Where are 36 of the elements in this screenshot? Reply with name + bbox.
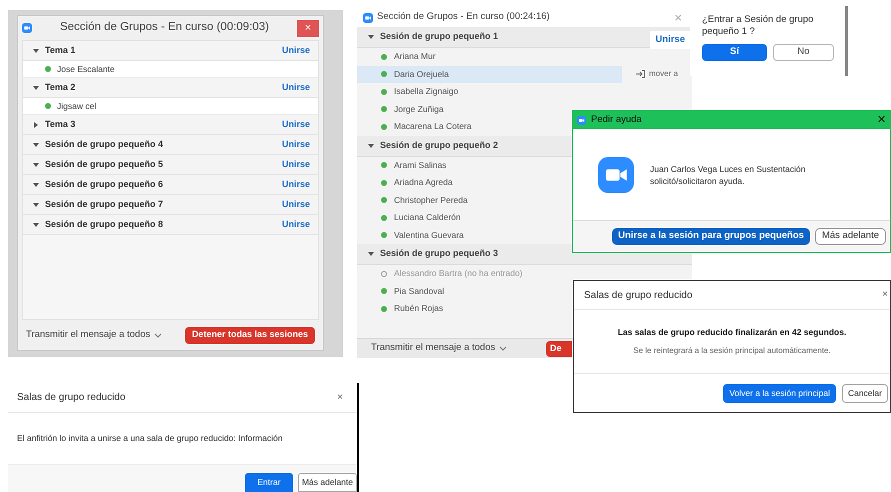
- group-name: Sesión de grupo pequeño 4: [45, 138, 164, 151]
- group-name: Sesión de grupo pequeño 3: [380, 247, 498, 260]
- participant-name: Macarena La Cotera: [394, 120, 472, 134]
- prompt-question: ¿Entrar a Sesión de grupo pequeño 1 ?: [702, 14, 814, 38]
- participant-name: Luciana Calderón: [394, 211, 461, 224]
- participant-name: Jigsaw cel: [57, 100, 96, 112]
- group-name: Sesión de grupo pequeño 2: [380, 138, 498, 152]
- help-message: Juan Carlos Vega Luces en Sustentación solicitó/solicitaron ayuda.: [650, 162, 806, 186]
- participant-name: Christopher Pereda: [394, 194, 468, 207]
- dialog-title: Salas de grupo reducido: [17, 391, 126, 405]
- group-name: Sesión de grupo pequeño 5: [45, 158, 164, 171]
- participant-name: Valentina Guevara: [394, 228, 464, 242]
- window-title: Sección de Grupos - En curso (00:09:03): [58, 20, 270, 36]
- participant-name: Daria Orejuela: [394, 68, 449, 81]
- dialog-title: Pedir ayuda: [591, 112, 643, 127]
- notice-message: Las salas de grupo reducido finalizarán en 42 segundos.: [618, 326, 846, 338]
- invitation-message: El anfitrión lo invita a unirse a una sala de grupo reducido: Información: [17, 432, 283, 445]
- participant-name: Arami Salinas: [394, 158, 446, 172]
- window-title: Sección de Grupos - En curso (00:24:16): [377, 10, 551, 24]
- participant-name: Isabella Zignaigo: [394, 85, 458, 98]
- participant-name: Jose Escalante: [57, 62, 115, 76]
- participant-name: Ariana Mur: [394, 50, 436, 64]
- participant-name: Jorge Zuñiga: [394, 102, 444, 116]
- participant-name: Rubén Rojas: [394, 302, 444, 316]
- group-name: Sesión de grupo pequeño 6: [45, 178, 164, 191]
- group-name: Sesión de grupo pequeño 7: [45, 198, 164, 211]
- group-name: Tema 1: [45, 44, 76, 57]
- participant-name: Alessandro Bartra (no ha entrado): [394, 267, 523, 280]
- participant-name: Ariadna Agreda: [394, 176, 453, 190]
- notice-detail: Se le reintegrará a la sesión principal automáticamente.: [633, 345, 831, 358]
- participant-name: Pia Sandoval: [394, 284, 444, 298]
- group-name: Sesión de grupo pequeño 1: [380, 30, 498, 44]
- group-name: Tema 2: [45, 80, 76, 94]
- dialog-title: Salas de grupo reducido: [584, 288, 692, 302]
- group-name: Sesión de grupo pequeño 8: [45, 218, 164, 231]
- group-name: Tema 3: [45, 118, 76, 131]
